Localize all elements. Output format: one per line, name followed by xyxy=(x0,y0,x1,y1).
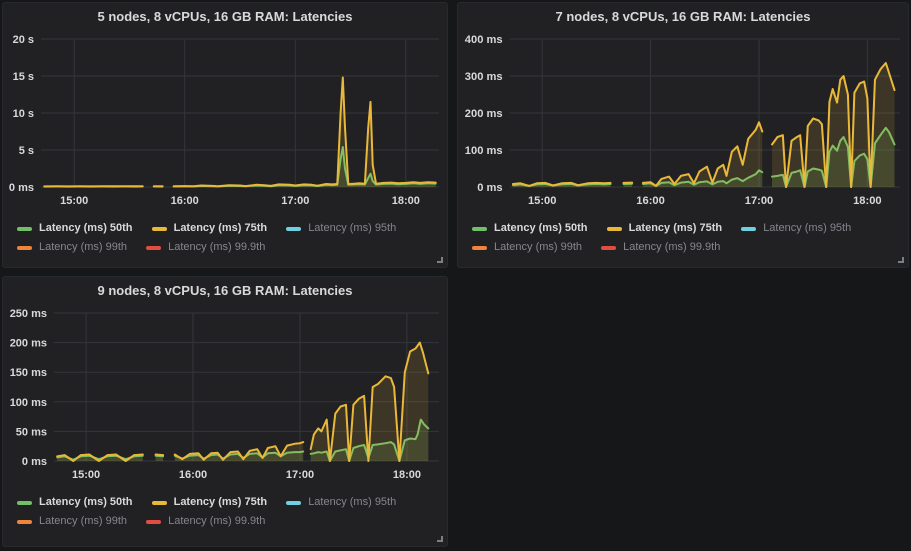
series-swatch-75th xyxy=(152,501,167,505)
svg-text:15 s: 15 s xyxy=(13,71,34,83)
legend-item-99th[interactable]: Latency (ms) 99th xyxy=(17,238,127,257)
dashboard-grid: 5 nodes, 8 vCPUs, 16 GB RAM: Latencies 0… xyxy=(0,0,911,549)
legend-item-99th[interactable]: Latency (ms) 99th xyxy=(472,238,582,257)
svg-text:16:00: 16:00 xyxy=(171,195,199,207)
latency-chart-5-nodes[interactable]: 0 ms 5 s 10 s 15 s 20 s 15:00 16:00 17:00 18:00 xyxy=(3,29,447,213)
legend-label: Latency (ms) 50th xyxy=(494,219,588,238)
svg-text:0 ms: 0 ms xyxy=(22,456,47,468)
legend-item-50th[interactable]: Latency (ms) 50th xyxy=(17,219,133,238)
series-swatch-75th xyxy=(152,227,167,231)
series-swatch-99-9th xyxy=(601,246,616,250)
legend-label: Latency (ms) 75th xyxy=(174,219,268,238)
svg-text:17:00: 17:00 xyxy=(286,469,314,481)
series-swatch-50th xyxy=(17,501,32,505)
svg-text:18:00: 18:00 xyxy=(392,195,420,207)
series-swatch-50th xyxy=(472,227,487,231)
svg-text:300 ms: 300 ms xyxy=(465,71,503,83)
legend-label: Latency (ms) 75th xyxy=(174,493,268,512)
svg-text:150 ms: 150 ms xyxy=(10,367,47,379)
series-swatch-99th xyxy=(472,246,487,250)
series-swatch-75th xyxy=(607,227,622,231)
latency-chart-9-nodes[interactable]: 0 ms 50 ms 100 ms 150 ms 200 ms 250 ms 15:00 16… xyxy=(3,303,447,487)
svg-text:100 ms: 100 ms xyxy=(10,397,47,409)
svg-text:200 ms: 200 ms xyxy=(10,338,47,350)
svg-text:400 ms: 400 ms xyxy=(465,34,503,46)
svg-text:50 ms: 50 ms xyxy=(16,426,47,438)
series-swatch-50th xyxy=(17,227,32,231)
svg-text:20 s: 20 s xyxy=(13,34,34,46)
series-swatch-95th xyxy=(286,501,301,505)
series-swatch-99-9th xyxy=(146,520,161,524)
panel-title[interactable]: 7 nodes, 8 vCPUs, 16 GB RAM: Latencies xyxy=(458,3,908,29)
legend-label: Latency (ms) 99.9th xyxy=(168,512,265,531)
panel-5-nodes-latencies: 5 nodes, 8 vCPUs, 16 GB RAM: Latencies 0… xyxy=(2,2,448,268)
svg-text:15:00: 15:00 xyxy=(72,469,100,481)
legend-label: Latency (ms) 50th xyxy=(39,493,133,512)
legend-item-75th[interactable]: Latency (ms) 75th xyxy=(607,219,723,238)
series-swatch-95th xyxy=(741,227,756,231)
legend-item-75th[interactable]: Latency (ms) 75th xyxy=(152,493,268,512)
legend-item-50th[interactable]: Latency (ms) 50th xyxy=(472,219,588,238)
legend-label: Latency (ms) 99.9th xyxy=(623,238,720,257)
panel-title[interactable]: 5 nodes, 8 vCPUs, 16 GB RAM: Latencies xyxy=(3,3,447,29)
legend-label: Latency (ms) 75th xyxy=(629,219,723,238)
svg-text:15:00: 15:00 xyxy=(528,195,556,207)
legend-label: Latency (ms) 99.9th xyxy=(168,238,265,257)
series-swatch-99-9th xyxy=(146,246,161,250)
legend-label: Latency (ms) 95th xyxy=(308,493,396,512)
legend-item-99-9th[interactable]: Latency (ms) 99.9th xyxy=(146,238,265,257)
panel-resize-handle-icon[interactable] xyxy=(435,534,444,543)
chart-content: 0 ms 50 ms 100 ms 150 ms 200 ms 250 ms 15:00 16… xyxy=(10,308,439,481)
latency-chart-7-nodes[interactable]: 0 ms 100 ms 200 ms 300 ms 400 ms 15:00 16:00 17… xyxy=(458,29,908,213)
series-swatch-99th xyxy=(17,520,32,524)
legend-item-95th[interactable]: Latency (ms) 95th xyxy=(286,219,396,238)
svg-text:18:00: 18:00 xyxy=(393,469,421,481)
empty-dashboard-cell xyxy=(457,276,909,547)
panel-7-nodes-latencies: 7 nodes, 8 vCPUs, 16 GB RAM: Latencies 0… xyxy=(457,2,909,268)
svg-text:15:00: 15:00 xyxy=(60,195,88,207)
legend-label: Latency (ms) 99th xyxy=(39,238,127,257)
svg-text:18:00: 18:00 xyxy=(853,195,881,207)
svg-text:0 ms: 0 ms xyxy=(477,182,502,194)
legend-label: Latency (ms) 95th xyxy=(308,219,396,238)
series-swatch-95th xyxy=(286,227,301,231)
legend-label: Latency (ms) 99th xyxy=(494,238,582,257)
svg-text:17:00: 17:00 xyxy=(281,195,309,207)
legend-item-95th[interactable]: Latency (ms) 95th xyxy=(741,219,851,238)
svg-text:16:00: 16:00 xyxy=(636,195,664,207)
chart-legend: Latency (ms) 50th Latency (ms) 75th Late… xyxy=(3,487,447,531)
svg-text:250 ms: 250 ms xyxy=(10,308,47,320)
legend-label: Latency (ms) 95th xyxy=(763,219,851,238)
panel-title[interactable]: 9 nodes, 8 vCPUs, 16 GB RAM: Latencies xyxy=(3,277,447,303)
legend-item-99-9th[interactable]: Latency (ms) 99.9th xyxy=(146,512,265,531)
svg-text:5 s: 5 s xyxy=(19,145,34,157)
chart-content: 0 ms 100 ms 200 ms 300 ms 400 ms 15:00 16:00 17… xyxy=(465,34,900,207)
series-swatch-99th xyxy=(17,246,32,250)
svg-text:0 ms: 0 ms xyxy=(9,182,34,194)
chart-content: 0 ms 5 s 10 s 15 s 20 s 15:00 16:00 17:00 18:00 xyxy=(9,34,439,207)
svg-text:100 ms: 100 ms xyxy=(465,145,503,157)
legend-label: Latency (ms) 50th xyxy=(39,219,133,238)
legend-item-50th[interactable]: Latency (ms) 50th xyxy=(17,493,133,512)
svg-text:17:00: 17:00 xyxy=(745,195,773,207)
chart-legend: Latency (ms) 50th Latency (ms) 75th Late… xyxy=(458,213,908,257)
svg-text:16:00: 16:00 xyxy=(179,469,207,481)
legend-label: Latency (ms) 99th xyxy=(39,512,127,531)
legend-item-75th[interactable]: Latency (ms) 75th xyxy=(152,219,268,238)
svg-text:10 s: 10 s xyxy=(13,108,34,120)
panel-resize-handle-icon[interactable] xyxy=(896,255,905,264)
panel-9-nodes-latencies: 9 nodes, 8 vCPUs, 16 GB RAM: Latencies 0… xyxy=(2,276,448,547)
svg-text:200 ms: 200 ms xyxy=(465,108,503,120)
legend-item-95th[interactable]: Latency (ms) 95th xyxy=(286,493,396,512)
chart-legend: Latency (ms) 50th Latency (ms) 75th Late… xyxy=(3,213,447,257)
legend-item-99th[interactable]: Latency (ms) 99th xyxy=(17,512,127,531)
legend-item-99-9th[interactable]: Latency (ms) 99.9th xyxy=(601,238,720,257)
panel-resize-handle-icon[interactable] xyxy=(435,255,444,264)
